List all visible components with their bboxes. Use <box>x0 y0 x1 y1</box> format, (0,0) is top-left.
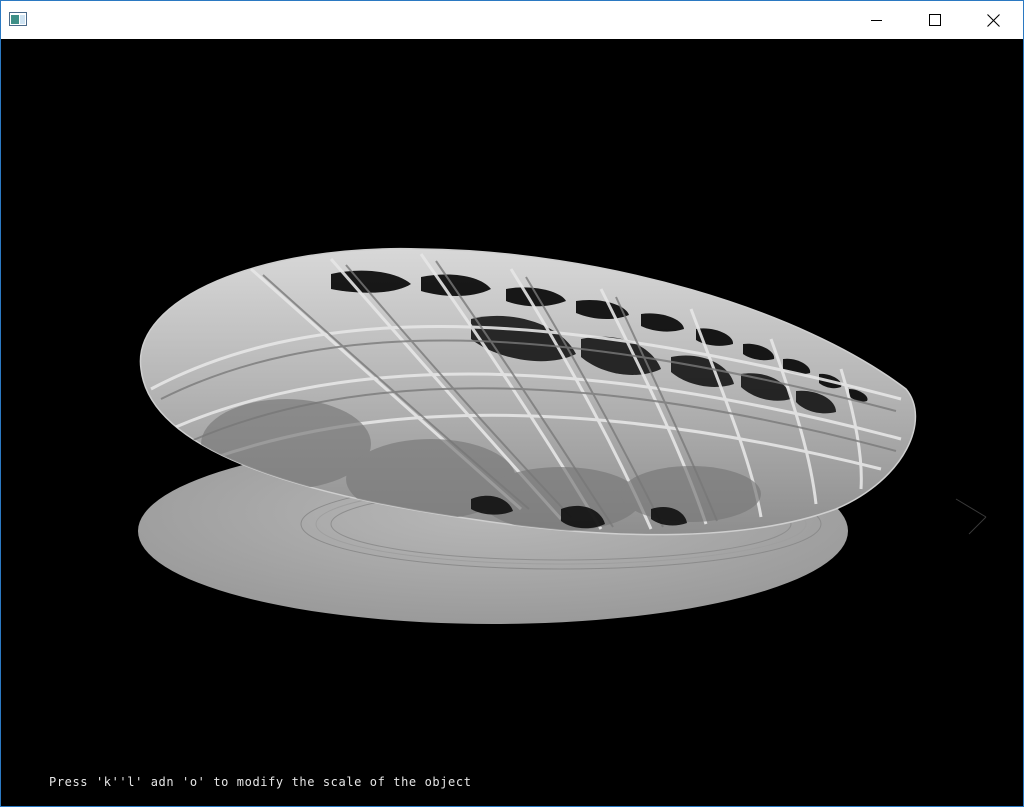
close-button[interactable] <box>964 1 1022 39</box>
minimize-icon <box>871 20 882 21</box>
minimize-button[interactable] <box>848 1 906 39</box>
title-bar[interactable] <box>1 1 1023 39</box>
rendered-3d-object <box>138 247 987 624</box>
app-window: Press 'k''l' adn 'o' to modify the scale… <box>0 0 1024 807</box>
maximize-icon <box>929 14 941 26</box>
render-viewport[interactable]: Press 'k''l' adn 'o' to modify the scale… <box>1 39 1023 806</box>
maximize-button[interactable] <box>906 1 964 39</box>
hint-text: Press 'k''l' adn 'o' to modify the scale… <box>49 775 472 789</box>
close-icon <box>986 13 1000 27</box>
app-icon <box>9 12 27 26</box>
axis-gizmo <box>955 498 987 535</box>
